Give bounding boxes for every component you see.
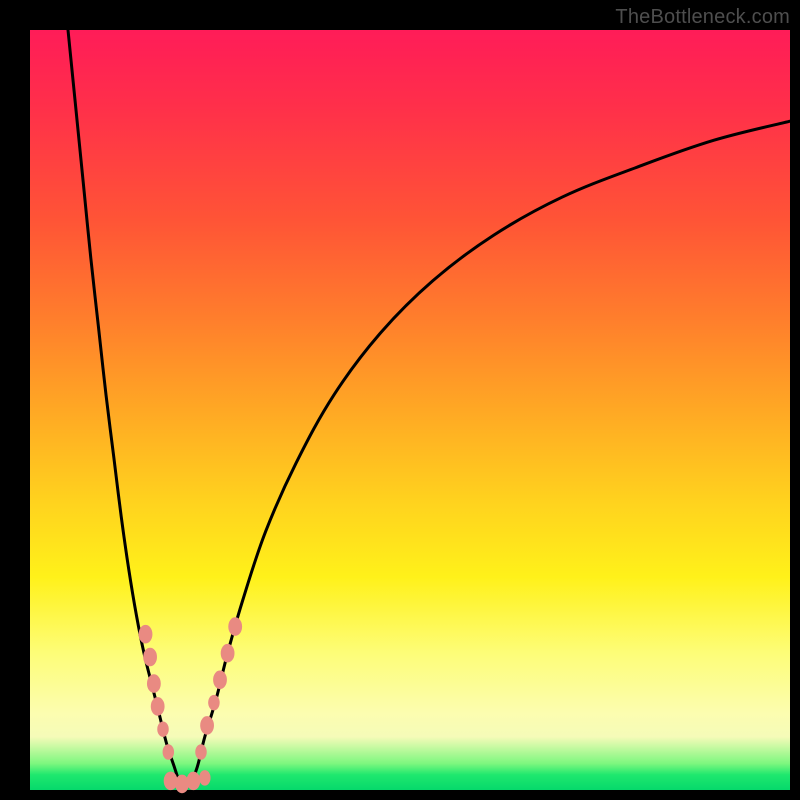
marker-left-cluster-4 [157,721,169,737]
marker-right-cluster-5 [228,617,242,636]
marker-left-cluster-0 [139,625,153,644]
chart-frame: TheBottleneck.com [0,0,800,800]
marker-right-cluster-4 [221,644,235,663]
marker-right-cluster-2 [208,695,220,711]
marker-right-cluster-1 [200,716,214,735]
curve-group [68,30,790,786]
marker-group [139,617,242,793]
watermark-text: TheBottleneck.com [615,6,790,29]
marker-bottom-cluster-0 [164,772,178,791]
chart-overlay [30,30,790,790]
marker-bottom-cluster-1 [175,775,189,794]
curve-right-branch [190,121,790,786]
marker-right-cluster-0 [195,744,207,760]
marker-bottom-cluster-2 [187,772,201,791]
curve-left-branch [68,30,180,786]
marker-left-cluster-2 [147,674,161,693]
marker-bottom-cluster-3 [199,770,211,786]
marker-right-cluster-3 [213,671,227,690]
marker-left-cluster-3 [151,697,165,716]
marker-left-cluster-5 [163,744,175,760]
marker-left-cluster-1 [143,648,157,667]
